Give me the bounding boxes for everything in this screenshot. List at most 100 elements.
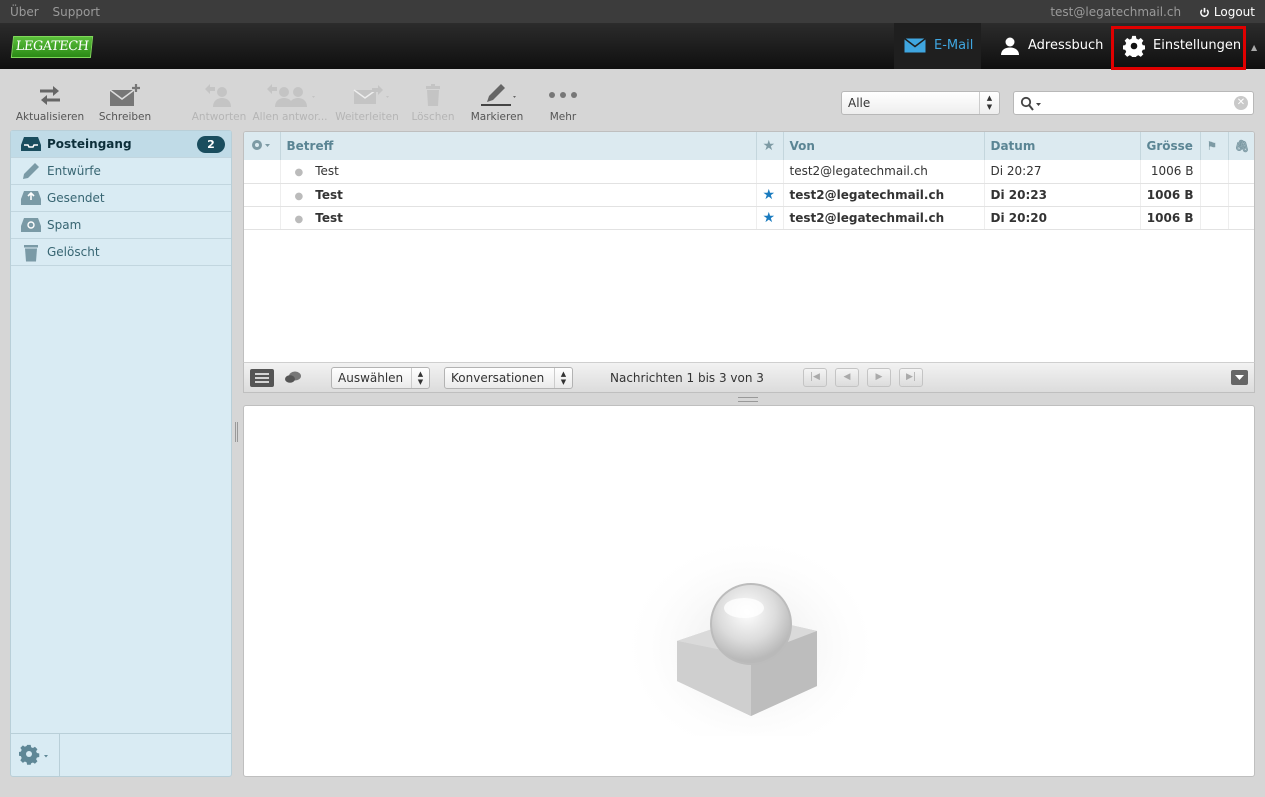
horizontal-splitter[interactable] xyxy=(738,397,758,402)
last-page-button[interactable]: ▶| xyxy=(899,368,923,387)
star-icon[interactable]: ★ xyxy=(763,210,776,226)
column-flag[interactable]: ★ xyxy=(756,132,784,160)
message-subject: Test xyxy=(315,210,343,225)
status-dot-icon: ● xyxy=(294,167,304,179)
more-button[interactable]: Mehr xyxy=(540,80,586,123)
task-addressbook[interactable]: Adressbuch xyxy=(990,23,1108,69)
message-table: Betreff ★ Von Datum Grösse ⚑ 🖇 ● Test tes… xyxy=(244,132,1254,230)
message-from: test2@legatechmail.ch xyxy=(783,206,985,230)
logout-button[interactable]: Logout xyxy=(1199,5,1255,19)
last-page-icon: ▶| xyxy=(906,372,916,382)
task-email[interactable]: E-Mail xyxy=(894,23,981,69)
refresh-button[interactable]: Aktualisieren xyxy=(12,80,88,123)
select-label: Auswählen xyxy=(338,371,404,385)
select-menu[interactable]: Auswählen ▲ ▼ xyxy=(331,367,430,389)
folder-trash[interactable]: Gelöscht xyxy=(11,239,231,266)
list-footer: Auswählen ▲ ▼ Konversationen ▲ ▼ Nachricht… xyxy=(243,362,1255,393)
message-subject: Test xyxy=(315,164,339,179)
filter-select[interactable]: Alle ▲ ▼ xyxy=(841,91,1000,115)
star-icon: ★ xyxy=(762,138,776,154)
vertical-splitter[interactable] xyxy=(235,422,238,442)
roundcube-watermark-icon xyxy=(619,521,883,736)
task-email-label: E-Mail xyxy=(934,38,974,53)
column-size[interactable]: Grösse xyxy=(1140,132,1201,160)
status-dot-icon: ● xyxy=(294,190,304,202)
unread-count-badge: 2 xyxy=(197,136,225,153)
paperclip-icon: 🖇 xyxy=(1234,139,1250,153)
gear-icon xyxy=(19,744,48,765)
clear-search-icon[interactable]: ✕ xyxy=(1234,96,1248,110)
more-dots-icon xyxy=(549,92,577,98)
mark-label: Markieren xyxy=(470,111,524,123)
column-subject[interactable]: Betreff xyxy=(280,132,757,160)
about-link[interactable]: Über xyxy=(10,5,39,19)
select-arrows-icon: ▲ ▼ xyxy=(554,368,572,388)
table-row[interactable]: ● Test test2@legatechmail.ch Di 20:27 100… xyxy=(244,160,1254,184)
delete-button[interactable]: Löschen xyxy=(408,80,458,123)
support-link[interactable]: Support xyxy=(53,5,100,19)
compose-button[interactable]: Schreiben xyxy=(96,80,154,123)
list-options-button[interactable] xyxy=(244,132,281,160)
threads-view-button[interactable] xyxy=(284,370,302,389)
refresh-label: Aktualisieren xyxy=(15,111,85,123)
folder-label: Posteingang xyxy=(47,137,132,151)
first-page-button[interactable]: |◀ xyxy=(803,368,827,387)
task-menu-arrow[interactable]: ▲ xyxy=(1251,43,1257,52)
reply-icon xyxy=(205,84,231,107)
gear-icon xyxy=(252,139,270,150)
message-size: 1006 B xyxy=(1140,206,1201,230)
reply-button[interactable]: Antworten xyxy=(190,80,248,123)
message-list: Betreff ★ Von Datum Grösse ⚑ 🖇 ● Test tes… xyxy=(243,131,1255,393)
message-size: 1006 B xyxy=(1140,160,1201,184)
folder-inbox[interactable]: Posteingang 2 xyxy=(11,131,231,158)
message-date: Di 20:27 xyxy=(984,160,1141,184)
logo: LEGATECH xyxy=(10,36,94,58)
column-attachment[interactable]: 🖇 xyxy=(1228,132,1254,160)
search-input[interactable]: ✕ xyxy=(1013,91,1254,115)
reply-all-button[interactable]: Allen antwor... xyxy=(252,80,328,123)
threads-select[interactable]: Konversationen ▲ ▼ xyxy=(444,367,573,389)
next-page-button[interactable]: ▶ xyxy=(867,368,891,387)
task-addressbook-label: Adressbuch xyxy=(1028,38,1104,53)
folder-spam[interactable]: Spam xyxy=(11,212,231,239)
folder-label: Gesendet xyxy=(47,191,105,205)
settings-highlight-box xyxy=(1111,26,1246,70)
previous-page-button[interactable]: ◀ xyxy=(835,368,859,387)
threads-label: Konversationen xyxy=(451,371,545,385)
mark-button[interactable]: Markieren xyxy=(468,80,526,123)
folder-actions-button[interactable] xyxy=(11,734,60,776)
folder-drafts[interactable]: Entwürfe xyxy=(11,158,231,185)
message-preview-pane xyxy=(243,405,1255,777)
top-line-bar: Über Support test@legatechmail.ch Logout xyxy=(0,0,1265,23)
next-page-icon: ▶ xyxy=(875,372,883,382)
refresh-arrows-icon xyxy=(40,86,60,105)
star-icon[interactable]: ★ xyxy=(763,187,776,203)
list-view-button[interactable] xyxy=(250,369,274,387)
flag-icon: ⚑ xyxy=(1206,139,1218,153)
message-from: test2@legatechmail.ch xyxy=(783,160,985,184)
message-count-info: Nachrichten 1 bis 3 von 3 xyxy=(610,371,764,385)
list-icon xyxy=(255,373,269,383)
folder-sent[interactable]: Gesendet xyxy=(11,185,231,212)
folder-label: Spam xyxy=(47,218,82,232)
select-arrows-icon: ▲ ▼ xyxy=(979,92,999,114)
previous-page-icon: ◀ xyxy=(843,372,851,382)
toggle-preview-button[interactable] xyxy=(1231,370,1248,385)
compose-label: Schreiben xyxy=(98,111,152,123)
reply-all-icon xyxy=(267,84,315,107)
forward-button[interactable]: Weiterleiten xyxy=(332,80,402,123)
table-header: Betreff ★ Von Datum Grösse ⚑ 🖇 xyxy=(244,132,1254,160)
search-icon xyxy=(1020,96,1041,111)
message-date: Di 20:20 xyxy=(984,206,1141,230)
column-priority-flag[interactable]: ⚑ xyxy=(1200,132,1229,160)
first-page-icon: |◀ xyxy=(810,372,820,382)
reply-label: Antworten xyxy=(191,111,247,123)
column-from[interactable]: Von xyxy=(783,132,985,160)
table-row[interactable]: ● Test ★ test2@legatechmail.ch Di 20:20 1… xyxy=(244,206,1254,230)
marker-pen-icon xyxy=(481,84,516,106)
table-row[interactable]: ● Test ★ test2@legatechmail.ch Di 20:23 1… xyxy=(244,183,1254,207)
column-date[interactable]: Datum xyxy=(984,132,1141,160)
folder-list: Posteingang 2 Entwürfe Gesendet Spam Gel… xyxy=(10,130,232,777)
trash-icon xyxy=(24,245,38,262)
folder-label: Entwürfe xyxy=(47,164,101,178)
